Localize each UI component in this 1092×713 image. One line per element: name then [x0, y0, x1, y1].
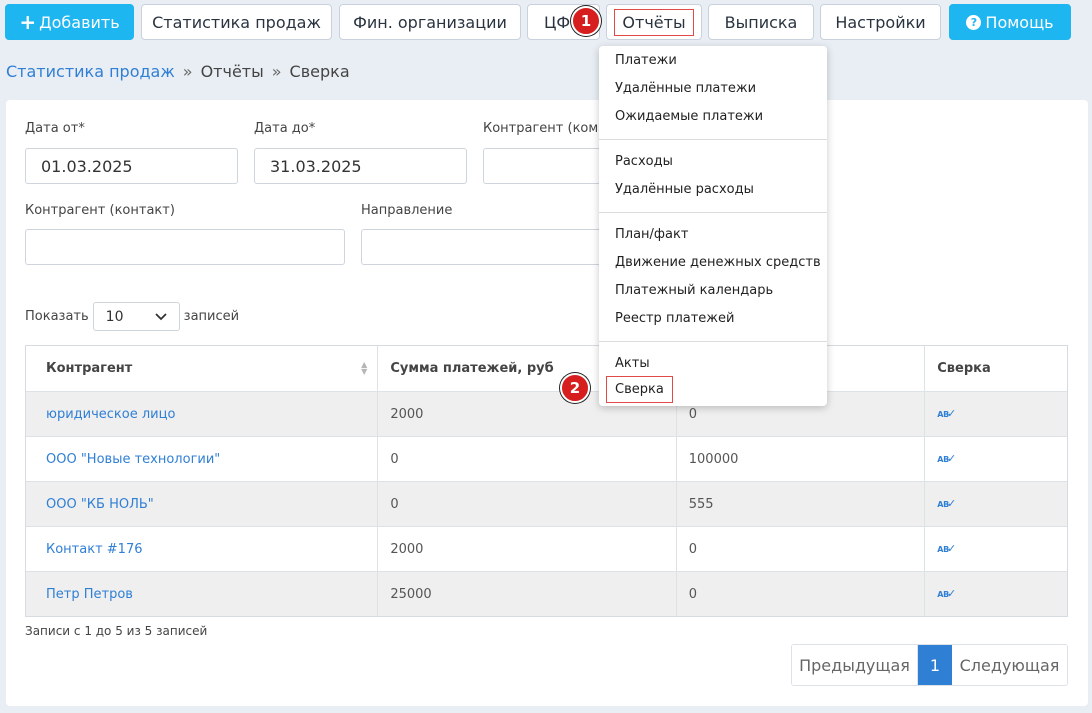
fin-orgs-button[interactable]: Фин. организации	[339, 4, 521, 40]
settings-button[interactable]: Настройки	[820, 4, 941, 40]
reports-dropdown-menu: Платежи Удалённые платежи Ожидаемые плат…	[599, 46, 827, 406]
table-row: Контакт #176 2000 0 AB✓	[26, 526, 1067, 571]
menu-item-deleted-expenses[interactable]: Удалённые расходы	[615, 182, 754, 197]
menu-divider	[599, 341, 827, 342]
menu-item-payment-calendar[interactable]: Платежный календарь	[615, 283, 773, 298]
page-size-select[interactable]: 10	[92, 302, 180, 331]
page-1-button[interactable]: 1	[918, 645, 952, 685]
pagination: Предыдущая 1 Следующая	[791, 644, 1068, 686]
ab-check-icon[interactable]: AB✓	[937, 543, 956, 554]
payments-cell: 0	[390, 451, 399, 467]
breadcrumb-separator: »	[182, 62, 193, 81]
breadcrumb-reports: Отчёты	[200, 62, 264, 81]
menu-item-cash-flow[interactable]: Движение денежных средств	[615, 255, 821, 270]
help-button[interactable]: ? Помощь	[949, 4, 1071, 40]
reports-button[interactable]: Отчёты	[606, 4, 702, 40]
main-panel: Дата от* 01.03.2025 Дата до* 31.03.2025 …	[6, 100, 1088, 706]
menu-divider	[599, 212, 827, 213]
counterparty-company-input[interactable]	[483, 148, 613, 184]
table-row: ООО "Новые технологии" 0 100000 AB✓	[26, 436, 1067, 481]
payments-cell: 25000	[390, 586, 432, 602]
counterparty-link[interactable]: Петр Петров	[46, 587, 133, 602]
amount-cell: 0	[688, 541, 698, 557]
date-to-label: Дата до*	[254, 121, 316, 136]
counterparty-contact-label: Контрагент (контакт)	[25, 203, 175, 218]
menu-item-acts[interactable]: Акты	[615, 356, 650, 371]
sort-icon[interactable]: ▲ ▼	[361, 361, 367, 376]
counterparty-link[interactable]: ООО "Новые технологии"	[46, 452, 220, 467]
menu-item-payment-register[interactable]: Реестр платежей	[615, 311, 734, 326]
counterparty-contact-input[interactable]	[25, 229, 345, 265]
date-to-input[interactable]: 31.03.2025	[254, 148, 467, 184]
counterparty-link[interactable]: юридическое лицо	[46, 407, 175, 422]
breadcrumb-sales-stats[interactable]: Статистика продаж	[6, 62, 175, 81]
counterparty-company-label: Контрагент (комп	[483, 121, 607, 136]
previous-page-button[interactable]: Предыдущая	[792, 645, 918, 685]
counterparty-link[interactable]: ООО "КБ НОЛЬ"	[46, 497, 154, 512]
ab-check-icon[interactable]: AB✓	[937, 498, 956, 509]
menu-item-deleted-payments[interactable]: Удалённые платежи	[615, 81, 756, 96]
column-header-reconcile: Сверка	[924, 346, 1067, 391]
chevron-down-icon	[155, 312, 167, 320]
amount-cell: 555	[688, 496, 714, 512]
table-row: ООО "КБ НОЛЬ" 0 555 AB✓	[26, 481, 1067, 526]
statement-button[interactable]: Выписка	[708, 4, 814, 40]
records-label: записей	[183, 309, 240, 324]
breadcrumb: Статистика продаж » Отчёты » Сверка	[6, 62, 350, 81]
date-from-label: Дата от*	[25, 121, 85, 136]
ab-check-icon[interactable]: AB✓	[937, 453, 956, 464]
amount-cell: 0	[688, 406, 698, 422]
payments-cell: 2000	[390, 406, 424, 422]
ab-check-icon[interactable]: AB✓	[937, 408, 956, 419]
page-size-value: 10	[105, 308, 124, 325]
next-page-button[interactable]: Следующая	[952, 645, 1067, 685]
step-marker-2: 2	[560, 373, 590, 403]
menu-item-expenses[interactable]: Расходы	[615, 154, 673, 169]
menu-item-expected-payments[interactable]: Ожидаемые платежи	[615, 109, 763, 124]
table-row: Петр Петров 25000 0 AB✓	[26, 571, 1067, 616]
date-from-input[interactable]: 01.03.2025	[25, 148, 238, 184]
breadcrumb-separator: »	[271, 62, 282, 81]
add-button[interactable]: + Добавить	[5, 4, 134, 40]
ab-check-icon[interactable]: AB✓	[937, 588, 956, 599]
direction-select[interactable]	[361, 229, 611, 265]
table-row: юридическое лицо 2000 0 AB✓	[26, 391, 1067, 436]
reconciliation-table: Контрагент ▲ ▼ Сумма платежей, руб Сверка…	[25, 345, 1068, 617]
page-size-control: Показать 10 записей	[25, 302, 239, 331]
records-info: Записи с 1 до 5 из 5 записей	[25, 624, 208, 638]
table-header-row: Контрагент ▲ ▼ Сумма платежей, руб Сверка	[26, 346, 1067, 391]
menu-item-payments[interactable]: Платежи	[615, 53, 677, 68]
direction-label: Направление	[361, 203, 453, 218]
top-toolbar: + Добавить Статистика продаж Фин. органи…	[0, 0, 1092, 44]
step-marker-1: 1	[571, 6, 601, 36]
breadcrumb-current: Сверка	[289, 62, 350, 81]
menu-item-plan-fact[interactable]: План/факт	[615, 227, 688, 242]
question-circle-icon: ?	[966, 14, 982, 30]
column-header-counterparty[interactable]: Контрагент ▲ ▼	[26, 346, 377, 391]
amount-cell: 0	[688, 586, 698, 602]
amount-cell: 100000	[688, 451, 739, 467]
menu-divider	[599, 139, 827, 140]
reports-highlight: Отчёты	[614, 8, 694, 36]
counterparty-link[interactable]: Контакт #176	[46, 542, 142, 557]
show-label: Показать	[25, 309, 89, 324]
payments-cell: 0	[390, 496, 399, 512]
plus-icon: +	[19, 10, 37, 34]
menu-item-reconciliation[interactable]: Сверка	[606, 376, 673, 403]
payments-cell: 2000	[390, 541, 424, 557]
sales-stats-button[interactable]: Статистика продаж	[141, 4, 332, 40]
